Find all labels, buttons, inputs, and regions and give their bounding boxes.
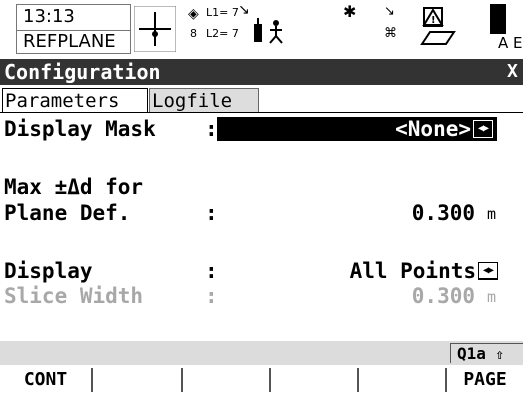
warning-icon: ! [420,7,456,45]
softkey-f3[interactable] [182,368,270,392]
tab-divider [0,112,523,113]
status-strip [0,341,523,365]
quality-indicator-text: Q1a [457,344,486,363]
l2-count: L2= 7 [206,27,239,40]
satellite-icon: ◈ [188,6,199,22]
softkey-f2[interactable] [92,368,182,392]
max-d-colon: : [205,201,218,225]
satellite-count: 8 [190,27,197,40]
display-select-arrows-icon[interactable]: ◀▶ [478,262,498,280]
crosshair-position-icon [134,6,176,52]
quality-indicator: Q1a ⇧ [450,343,523,363]
clock-time: 13:13 [23,6,75,27]
tab-bar: Parameters Logfile [0,86,523,114]
display-value[interactable]: All Points [320,258,476,284]
softkey-bar: CONT PAGE [0,366,523,394]
softkey-f5[interactable] [358,368,446,392]
svg-text:!: ! [431,15,436,26]
slice-width-unit: m [487,288,497,306]
max-d-label-line1: Max ±Δd for [4,175,144,199]
title-bar: Configuration X [0,59,523,85]
max-d-value[interactable]: 0.300 [360,200,475,226]
status-right-label: A E [498,34,523,52]
tab-parameters[interactable]: Parameters [2,88,148,112]
link-icon: ⌘ [384,26,397,41]
l1-count: L1= 7 [206,6,239,19]
bluetooth-icon: ✱ [343,2,357,21]
slice-width-colon: : [205,284,218,308]
page-indicator-icon: ⇧ [495,347,504,363]
display-mask-value: <None> [395,117,471,141]
job-name: REFPLANE [23,31,116,52]
antenna-icon: ↘ [384,4,395,19]
select-arrows-icon: ◀▶ [473,120,493,138]
display-mask-colon: : [205,117,218,141]
softkey-f4[interactable] [270,368,358,392]
display-mask-select[interactable]: <None> ◀▶ [217,117,497,141]
softkey-cont[interactable]: CONT [0,368,92,392]
softkey-page[interactable]: PAGE [446,368,523,392]
window-title: Configuration [4,60,161,84]
close-icon[interactable]: X [507,61,523,83]
slice-width-label: Slice Width [4,284,144,308]
max-d-unit: m [487,205,497,223]
max-d-label-line2: Plane Def. [4,201,131,225]
display-colon: : [205,259,218,283]
display-label: Display [4,259,93,283]
status-bar: 13:13 REFPLANE ◈ L1= 7 ↘ 8 L2= 7 ✱ ↘ ⌘ !… [0,0,523,58]
signal-icon: ↘ [238,2,250,18]
rover-radio-icon [254,18,283,44]
slice-width-value: 0.300 [411,284,475,308]
tab-logfile[interactable]: Logfile [149,88,259,112]
time-job-box: 13:13 REFPLANE [16,4,131,54]
display-mask-label: Display Mask [4,117,156,141]
